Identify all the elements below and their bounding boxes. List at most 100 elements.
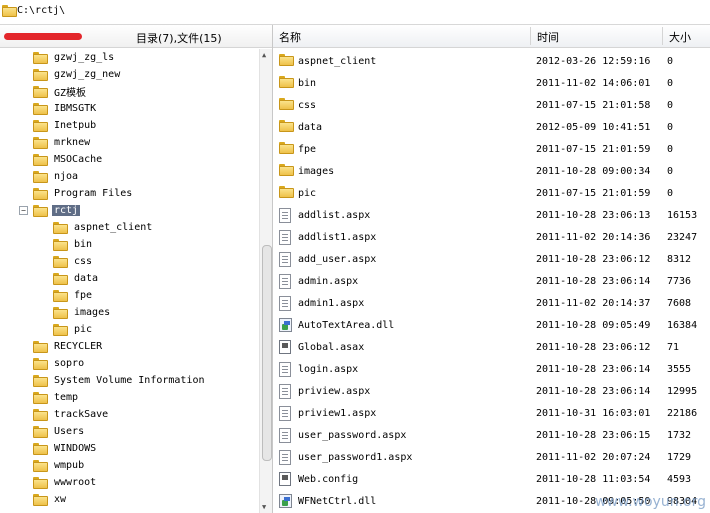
column-divider[interactable]: [662, 27, 663, 45]
tree-item[interactable]: Program Files: [33, 185, 134, 202]
file-size: 0: [667, 56, 674, 67]
folder-icon: [33, 425, 48, 438]
tree-item[interactable]: data: [53, 270, 100, 287]
tree-item-label: gzwj_zg_new: [54, 69, 121, 80]
tree-item[interactable]: bin: [53, 236, 94, 253]
scroll-down-icon[interactable]: ▼: [262, 503, 266, 511]
tree-item-label: aspnet_client: [74, 222, 153, 233]
file-row[interactable]: Web.config 2011-10-28 11:03:54 4593: [273, 469, 710, 491]
tree-item[interactable]: gzwj_zg_new: [33, 66, 122, 83]
file-size: 0: [667, 166, 674, 177]
tree-item-label: temp: [54, 392, 79, 403]
folder-icon: [33, 102, 48, 115]
tree-item[interactable]: IBMSGTK: [33, 100, 98, 117]
tree-item[interactable]: njoa: [33, 168, 80, 185]
tree-item-label: Inetpub: [54, 120, 97, 131]
tree-item-label: data: [74, 273, 99, 284]
folder-icon: [33, 459, 48, 472]
file-row[interactable]: css 2011-07-15 21:01:58 0: [273, 95, 710, 117]
redacted-scribble: [4, 33, 82, 40]
file-list-header: 名称 时间 大小: [273, 25, 710, 48]
file-time: 2012-05-09 10:41:51: [536, 122, 651, 133]
tree-scrollbar[interactable]: ▲ ▼: [259, 49, 272, 513]
dll-icon: [279, 494, 292, 512]
tree-item-label: IBMSGTK: [54, 103, 97, 114]
folder-icon: [33, 204, 48, 217]
tree-item[interactable]: temp: [33, 389, 80, 406]
file-row[interactable]: user_password1.aspx 2011-11-02 20:07:24 17…: [273, 447, 710, 469]
file-time: 2011-10-28 11:03:54: [536, 474, 651, 485]
file-row[interactable]: priview.aspx 2011-10-28 23:06:14 12995: [273, 381, 710, 403]
tree-item[interactable]: gzwj_zg_ls: [33, 49, 116, 66]
tree-item[interactable]: pic: [53, 321, 94, 338]
file-size: 71: [667, 342, 680, 353]
file-row[interactable]: pic 2011-07-15 21:01:59 0: [273, 183, 710, 205]
file-row[interactable]: addlist1.aspx 2011-11-02 20:14:36 23247: [273, 227, 710, 249]
file-row[interactable]: bin 2011-11-02 14:06:01 0: [273, 73, 710, 95]
scrollbar-thumb[interactable]: [262, 245, 272, 461]
tree-item[interactable]: xw: [33, 491, 68, 508]
tree-item[interactable]: aspnet_client: [53, 219, 154, 236]
folder-icon: [53, 221, 68, 234]
tree-item[interactable]: MSOCache: [33, 151, 104, 168]
folder-icon: [33, 136, 48, 149]
file-size: 3555: [667, 364, 692, 375]
scroll-up-icon[interactable]: ▲: [262, 51, 266, 59]
folder-icon: [33, 85, 48, 98]
folder-icon: [53, 306, 68, 319]
column-time-header[interactable]: 时间: [537, 29, 559, 45]
file-size: 4593: [667, 474, 692, 485]
file-row[interactable]: data 2012-05-09 10:41:51 0: [273, 117, 710, 139]
file-row[interactable]: admin1.aspx 2011-11-02 20:14:37 7608: [273, 293, 710, 315]
tree-item[interactable]: System Volume Information: [33, 372, 207, 389]
file-row[interactable]: fpe 2011-07-15 21:01:59 0: [273, 139, 710, 161]
tree-item[interactable]: RECYCLER: [33, 338, 104, 355]
file-name: addlist.aspx: [298, 210, 371, 221]
tree-item[interactable]: trackSave: [33, 406, 110, 423]
tree-item[interactable]: GZ模板: [33, 83, 88, 100]
tree-item[interactable]: css: [53, 253, 94, 270]
column-divider[interactable]: [530, 27, 531, 45]
file-row[interactable]: AutoTextArea.dll 2011-10-28 09:05:49 16384: [273, 315, 710, 337]
folder-icon: [2, 5, 17, 20]
file-row[interactable]: user_password.aspx 2011-10-28 23:06:15 173…: [273, 425, 710, 447]
tree-item[interactable]: − rctj: [19, 202, 81, 219]
file-row[interactable]: Global.asax 2011-10-28 23:06:12 71: [273, 337, 710, 359]
tree-item[interactable]: Users: [33, 423, 86, 440]
folder-icon: [53, 238, 68, 251]
column-size-header[interactable]: 大小: [669, 29, 691, 45]
tree-item[interactable]: Inetpub: [33, 117, 98, 134]
file-row[interactable]: addlist.aspx 2011-10-28 23:06:13 16153: [273, 205, 710, 227]
file-row[interactable]: add_user.aspx 2011-10-28 23:06:12 8312: [273, 249, 710, 271]
tree-item[interactable]: sopro: [33, 355, 86, 372]
file-row[interactable]: images 2011-10-28 09:00:34 0: [273, 161, 710, 183]
tree-item[interactable]: WINDOWS: [33, 440, 98, 457]
file-name: css: [298, 100, 317, 111]
file-row[interactable]: login.aspx 2011-10-28 23:06:14 3555: [273, 359, 710, 381]
file-time: 2011-10-28 23:06:12: [536, 342, 651, 353]
tree-item[interactable]: images: [53, 304, 112, 321]
config-icon: [279, 340, 291, 358]
collapse-icon[interactable]: −: [19, 206, 28, 215]
file-name: Global.asax: [298, 342, 365, 353]
address-bar[interactable]: C:\rctj\: [0, 0, 710, 25]
column-name-header[interactable]: 名称: [279, 29, 301, 45]
tree-item[interactable]: wmpub: [33, 457, 86, 474]
file-size: 7608: [667, 298, 692, 309]
file-row[interactable]: aspnet_client 2012-03-26 12:59:16 0: [273, 51, 710, 73]
tree-item[interactable]: fpe: [53, 287, 94, 304]
file-row[interactable]: priview1.aspx 2011-10-31 16:03:01 22186: [273, 403, 710, 425]
tree-item-label: sopro: [54, 358, 85, 369]
tree-item[interactable]: mrknew: [33, 134, 92, 151]
address-path[interactable]: C:\rctj\: [17, 5, 65, 16]
file-name: bin: [298, 78, 317, 89]
tree-item[interactable]: wwwroot: [33, 474, 98, 491]
file-size: 8312: [667, 254, 692, 265]
file-time: 2011-10-28 23:06:13: [536, 210, 651, 221]
file-row[interactable]: admin.aspx 2011-10-28 23:06:14 7736: [273, 271, 710, 293]
tree-item-label: Users: [54, 426, 85, 437]
file-time: 2011-11-02 14:06:01: [536, 78, 651, 89]
file-name: pic: [298, 188, 317, 199]
file-name: aspnet_client: [298, 56, 377, 67]
file-time: 2011-10-28 23:06:14: [536, 276, 651, 287]
